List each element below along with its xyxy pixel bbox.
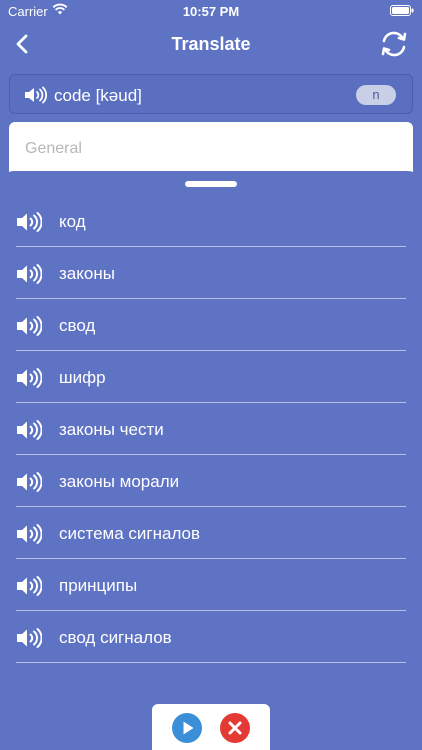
translation-text: законы [59, 264, 115, 283]
navigation-bar: Translate [0, 22, 422, 66]
speaker-icon[interactable] [24, 86, 48, 104]
close-icon[interactable] [220, 713, 250, 743]
translation-text: система сигналов [59, 524, 201, 543]
list-item[interactable]: свод [16, 300, 406, 351]
translation-text: свод сигналов [59, 628, 172, 647]
list-item[interactable]: шифр [16, 352, 406, 403]
translation-list: код законы свод шифр законы чести законы мора… [16, 196, 406, 664]
status-time: 10:57 PM [182, 4, 240, 19]
list-item[interactable]: законы [16, 248, 406, 299]
translation-text: код [59, 212, 86, 231]
part-of-speech-badge: n [356, 85, 396, 105]
speaker-icon[interactable] [16, 211, 42, 233]
speaker-icon[interactable] [16, 367, 42, 389]
status-bar: Carrier 10:57 PM [0, 0, 422, 22]
list-item[interactable]: свод сигналов [16, 612, 406, 663]
translation-text: шифр [59, 368, 106, 387]
list-item[interactable]: код [16, 196, 406, 247]
translations-sheet: код законы свод шифр законы чести законы мора… [0, 171, 422, 750]
refresh-icon[interactable] [376, 26, 412, 62]
translation-text: свод [59, 316, 96, 335]
word-card[interactable]: code [kəud] n [9, 74, 413, 114]
word-text: code [kəud] [54, 86, 142, 105]
speaker-icon[interactable] [16, 263, 42, 285]
list-item[interactable]: система сигналов [16, 508, 406, 559]
speaker-icon[interactable] [16, 419, 42, 441]
translation-text: законы чести [59, 420, 164, 439]
speaker-icon[interactable] [16, 575, 42, 597]
battery-icon [390, 5, 414, 16]
list-item[interactable]: принципы [16, 560, 406, 611]
sheet-drag-handle[interactable] [185, 181, 237, 187]
translation-text: принципы [59, 576, 138, 595]
speaker-icon[interactable] [16, 315, 42, 337]
list-item[interactable]: законы чести [16, 404, 406, 455]
playback-controls [152, 704, 270, 750]
speaker-icon[interactable] [16, 471, 42, 493]
list-item[interactable]: законы морали [16, 456, 406, 507]
translation-text: законы морали [59, 472, 180, 491]
page-title: Translate [171, 34, 251, 54]
speaker-icon[interactable] [16, 627, 42, 649]
general-label: General [25, 140, 82, 157]
speaker-icon[interactable] [16, 523, 42, 545]
play-icon[interactable] [172, 713, 202, 743]
